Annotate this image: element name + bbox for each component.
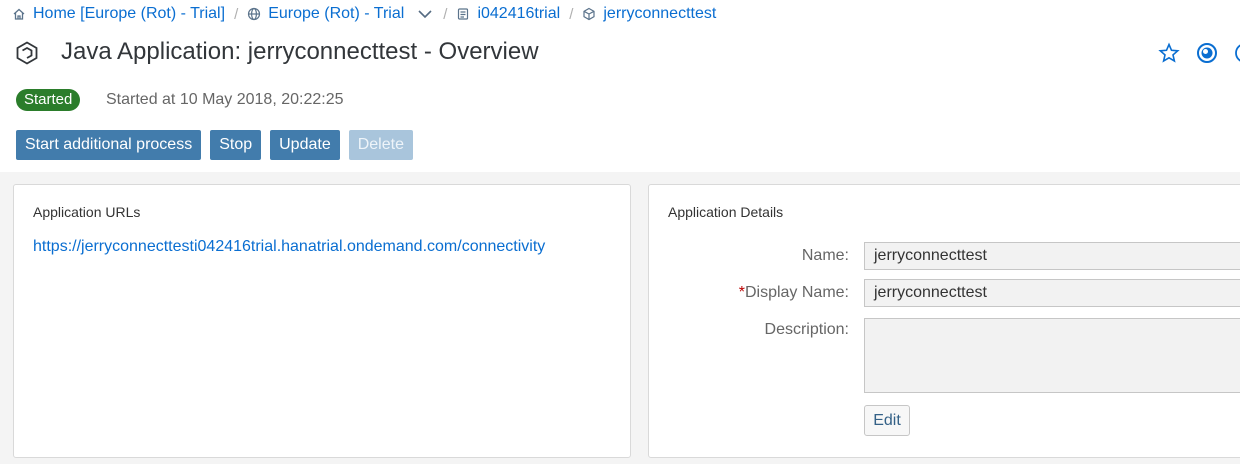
breadcrumb-item-subaccount[interactable]: i042416trial bbox=[456, 5, 560, 23]
globe-icon bbox=[247, 7, 261, 21]
name-field[interactable]: jerryconnecttest bbox=[864, 242, 1240, 270]
header-actions bbox=[1158, 42, 1240, 64]
edit-button[interactable]: Edit bbox=[864, 405, 910, 436]
breadcrumb-item-region[interactable]: Europe (Rot) - Trial bbox=[247, 5, 434, 23]
home-icon bbox=[12, 7, 26, 21]
display-name-field[interactable]: jerryconnecttest bbox=[864, 279, 1240, 307]
info-icon[interactable] bbox=[1234, 42, 1240, 64]
application-icon bbox=[14, 40, 40, 66]
favorite-star-icon[interactable] bbox=[1158, 42, 1180, 64]
chevron-down-icon[interactable] bbox=[416, 7, 434, 21]
breadcrumb-label: jerryconnecttest bbox=[603, 5, 717, 22]
panel-title: Application URLs bbox=[33, 204, 141, 220]
start-additional-process-button[interactable]: Start additional process bbox=[16, 130, 202, 160]
subaccount-icon bbox=[456, 7, 470, 21]
application-urls-panel: Application URLs https://jerryconnecttes… bbox=[13, 184, 631, 458]
action-toolbar: Start additional process Stop Update Del… bbox=[16, 130, 413, 160]
help-icon[interactable] bbox=[1196, 42, 1218, 64]
update-button[interactable]: Update bbox=[270, 130, 340, 160]
breadcrumb-item-home[interactable]: Home [Europe (Rot) - Trial] bbox=[12, 5, 225, 23]
status-text: Started at 10 May 2018, 20:22:25 bbox=[106, 91, 344, 108]
breadcrumb-separator: / bbox=[234, 5, 239, 23]
breadcrumb-separator: / bbox=[569, 5, 574, 23]
page-title: Java Application: jerryconnecttest - Ove… bbox=[61, 38, 539, 65]
description-field[interactable] bbox=[864, 318, 1240, 393]
display-name-label-text: Display Name: bbox=[744, 284, 849, 301]
name-label: Name: bbox=[801, 247, 849, 264]
breadcrumb: Home [Europe (Rot) - Trial] / Europe (Ro… bbox=[12, 4, 716, 24]
breadcrumb-label: Home [Europe (Rot) - Trial] bbox=[33, 5, 226, 22]
delete-button: Delete bbox=[348, 130, 413, 160]
breadcrumb-item-application[interactable]: jerryconnecttest bbox=[582, 5, 716, 23]
application-url-link[interactable]: https://jerryconnecttesti042416trial.han… bbox=[33, 238, 545, 256]
status-badge: Started bbox=[16, 89, 81, 111]
display-name-label: *Display Name: bbox=[649, 284, 849, 302]
description-label: Description: bbox=[764, 321, 849, 338]
breadcrumb-label: Europe (Rot) - Trial bbox=[268, 5, 405, 22]
panel-title: Application Details bbox=[668, 204, 784, 220]
breadcrumb-label: i042416trial bbox=[477, 5, 561, 22]
application-icon bbox=[582, 7, 596, 21]
breadcrumb-separator: / bbox=[443, 5, 448, 23]
application-details-panel: Application Details Name: jerryconnectte… bbox=[648, 184, 1240, 458]
stop-button[interactable]: Stop bbox=[210, 130, 262, 160]
